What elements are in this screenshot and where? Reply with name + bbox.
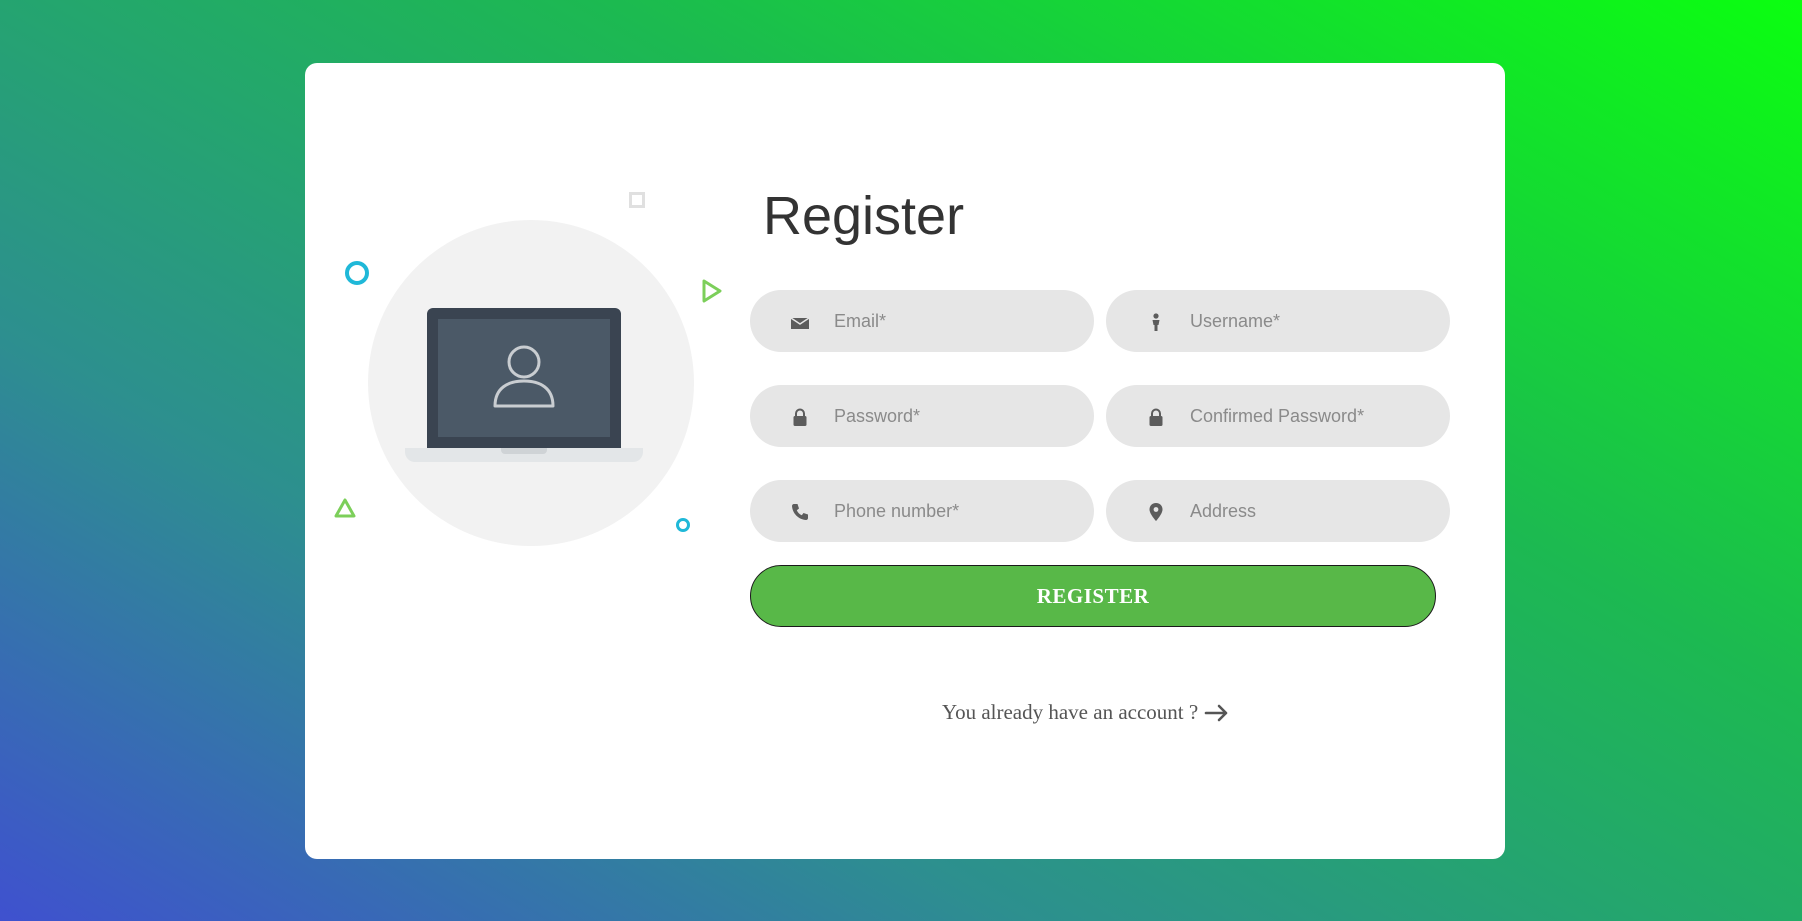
login-link[interactable]: You already have an account ?: [942, 700, 1230, 725]
decor-triangle-right-icon: [702, 279, 722, 303]
laptop-display: [438, 319, 610, 437]
page-title: Register: [763, 186, 965, 246]
map-pin-icon: [1149, 503, 1163, 521]
address-input[interactable]: [1190, 480, 1430, 542]
username-field[interactable]: [1106, 290, 1450, 352]
phone-input[interactable]: [834, 480, 1074, 542]
laptop-icon: [427, 308, 621, 448]
address-field[interactable]: [1106, 480, 1450, 542]
register-card: Register Email* Username* Phone number* …: [305, 63, 1505, 859]
person-icon: [1152, 313, 1160, 331]
laptop-base: [405, 448, 643, 462]
decor-circle-small-icon: [676, 518, 690, 532]
confirm-password-field[interactable]: [1106, 385, 1450, 447]
register-button[interactable]: REGISTER: [750, 565, 1436, 627]
username-input[interactable]: [1190, 290, 1430, 352]
envelope-icon: [790, 317, 810, 329]
user-avatar-icon: [493, 345, 555, 408]
password-field[interactable]: [750, 385, 1094, 447]
login-link-label: You already have an account ?: [942, 700, 1199, 724]
lock-icon: [1149, 408, 1163, 426]
phone-icon: [792, 504, 808, 520]
illustration: [305, 63, 755, 623]
laptop-notch: [501, 448, 547, 454]
email-input[interactable]: [834, 290, 1074, 352]
lock-icon: [793, 408, 807, 426]
password-input[interactable]: [834, 385, 1074, 447]
arrow-right-icon: [1204, 704, 1228, 721]
decor-triangle-up-icon: [334, 498, 356, 518]
email-field[interactable]: [750, 290, 1094, 352]
confirm-password-input[interactable]: [1190, 385, 1430, 447]
decor-square-icon: [629, 192, 645, 208]
decor-circle-icon: [345, 261, 369, 285]
phone-field[interactable]: [750, 480, 1094, 542]
